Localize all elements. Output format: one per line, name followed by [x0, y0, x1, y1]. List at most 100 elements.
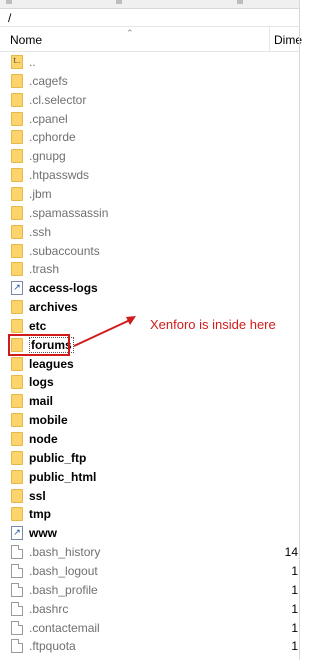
highlight-box [8, 334, 70, 356]
item-name: mobile [29, 413, 68, 428]
folder-row[interactable]: .cphorde [0, 127, 300, 146]
folder-icon [11, 262, 23, 277]
folder-row[interactable]: .htpasswds [0, 165, 300, 184]
item-name: .spamassassin [29, 205, 109, 220]
annotation-text: Xenforo is inside here [150, 317, 276, 332]
file-icon [11, 563, 23, 578]
folder-row[interactable]: .cl.selector [0, 90, 300, 109]
folder-row[interactable]: public_html [0, 467, 300, 486]
item-name: mail [29, 394, 54, 409]
folder-row[interactable]: t.... [0, 52, 300, 71]
folder-row[interactable]: archives [0, 297, 300, 316]
folder-icon [11, 450, 23, 465]
folder-icon [11, 394, 23, 409]
annotation-arrow [73, 316, 136, 347]
file-row[interactable]: .bash_history 14 [0, 542, 300, 561]
item-name: .. [29, 55, 36, 69]
item-name: .bash_profile [29, 582, 98, 597]
folder-row[interactable]: .gnupg [0, 146, 300, 165]
file-icon [11, 620, 23, 635]
item-name: leagues [29, 356, 74, 371]
folder-row[interactable]: node [0, 429, 300, 448]
folder-icon [11, 318, 23, 333]
folder-icon [11, 224, 23, 239]
folder-icon [11, 413, 23, 428]
item-name: public_ftp [29, 450, 87, 465]
folder-icon [11, 186, 23, 201]
folder-icon [11, 149, 23, 164]
folder-icon [11, 92, 23, 107]
item-name: .cagefs [29, 73, 68, 88]
file-icon [11, 545, 23, 560]
path-bar[interactable]: / [0, 9, 300, 27]
folder-link-icon: ↗ [11, 526, 23, 541]
folder-row[interactable]: .subaccounts [0, 241, 300, 260]
folder-row[interactable]: ↗ www [0, 523, 300, 542]
item-name: .cphorde [29, 130, 76, 145]
folder-row[interactable]: logs [0, 372, 300, 391]
folder-icon [11, 111, 23, 126]
folder-icon [11, 488, 23, 503]
item-name: logs [29, 375, 54, 390]
item-name: .trash [29, 262, 60, 277]
window-border [299, 0, 300, 660]
folder-icon [11, 73, 23, 88]
folder-link-icon: ↗ [11, 281, 23, 296]
item-size: 14 [284, 545, 298, 560]
current-path: / [8, 11, 12, 25]
file-row[interactable]: .bash_profile 1 [0, 580, 300, 599]
folder-icon [11, 507, 23, 522]
file-row[interactable]: .contactemail 1 [0, 618, 300, 637]
folder-row[interactable]: .spamassassin [0, 203, 300, 222]
folder-row[interactable]: .jbm [0, 184, 300, 203]
folder-row[interactable]: leagues [0, 354, 300, 373]
item-name: public_html [29, 469, 97, 484]
column-header-dimension[interactable]: Dime [274, 33, 302, 47]
file-row[interactable]: .bashrc 1 [0, 599, 300, 618]
file-icon [11, 601, 23, 616]
toolbar-handle-icon [116, 0, 122, 4]
item-name: www [29, 526, 58, 541]
folder-icon [11, 375, 23, 390]
folder-icon [11, 356, 23, 371]
folder-icon [11, 432, 23, 446]
item-size: 1 [291, 639, 298, 654]
folder-row[interactable]: ssl [0, 486, 300, 505]
item-name: .subaccounts [29, 243, 100, 258]
file-row[interactable]: .bash_logout 1 [0, 561, 300, 580]
folder-row[interactable]: .cpanel [0, 109, 300, 128]
folder-row[interactable]: public_ftp [0, 448, 300, 467]
item-name: .cpanel [29, 111, 68, 126]
item-name: tmp [29, 507, 51, 522]
item-size: 1 [291, 582, 298, 597]
item-name: .bashrc [29, 601, 69, 616]
folder-row[interactable]: .ssh [0, 222, 300, 241]
column-divider[interactable] [269, 27, 270, 51]
folder-icon [11, 130, 23, 145]
toolbar-handle-icon [6, 0, 12, 4]
folder-row[interactable]: .trash [0, 259, 300, 278]
file-icon [11, 582, 23, 597]
item-name: ssl [29, 488, 46, 503]
folder-row[interactable]: tmp [0, 504, 300, 523]
item-name: .gnupg [29, 149, 66, 164]
file-row[interactable]: .ftpquota 1 [0, 636, 300, 655]
folder-row[interactable]: ↗ access-logs [0, 278, 300, 297]
folder-row[interactable]: mobile [0, 410, 300, 429]
item-name: .ftpquota [29, 639, 76, 654]
item-name: node [29, 432, 58, 446]
item-size: 1 [291, 620, 298, 635]
sort-ascending-icon: ⌃ [126, 28, 134, 38]
column-header-name[interactable]: Nome [10, 33, 42, 47]
toolbar-strip [0, 0, 300, 9]
folder-row[interactable]: mail [0, 391, 300, 410]
item-name: .bash_history [29, 545, 101, 560]
item-name: .bash_logout [29, 563, 98, 578]
item-name: .jbm [29, 186, 52, 201]
parent-folder-icon: t.. [11, 55, 23, 69]
folder-row[interactable]: .cagefs [0, 71, 300, 90]
item-name: .cl.selector [29, 92, 87, 107]
list-header: ⌃ Nome Dime [0, 27, 302, 52]
item-size: 1 [291, 563, 298, 578]
toolbar-handle-icon [237, 0, 243, 4]
